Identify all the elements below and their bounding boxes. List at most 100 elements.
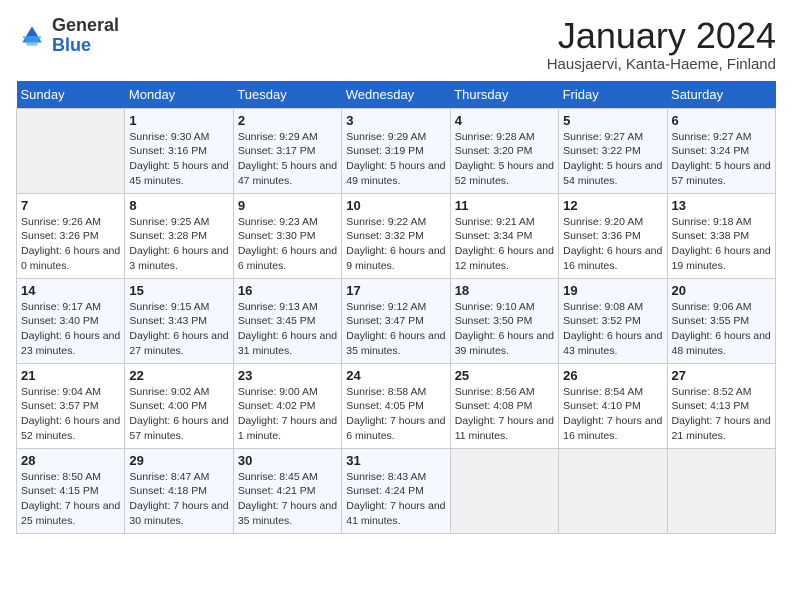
cell-info: Sunrise: 9:12 AMSunset: 3:47 PMDaylight:… bbox=[346, 300, 445, 359]
day-number: 30 bbox=[238, 453, 337, 468]
calendar-cell: 15 Sunrise: 9:15 AMSunset: 3:43 PMDayligh… bbox=[125, 278, 233, 363]
cell-info: Sunrise: 9:18 AMSunset: 3:38 PMDaylight:… bbox=[672, 215, 771, 274]
calendar-cell: 19 Sunrise: 9:08 AMSunset: 3:52 PMDayligh… bbox=[559, 278, 667, 363]
weekday-header-sunday: Sunday bbox=[17, 81, 125, 109]
day-number: 15 bbox=[129, 283, 228, 298]
cell-info: Sunrise: 8:58 AMSunset: 4:05 PMDaylight:… bbox=[346, 385, 445, 444]
day-number: 23 bbox=[238, 368, 337, 383]
day-number: 9 bbox=[238, 198, 337, 213]
day-number: 6 bbox=[672, 113, 771, 128]
calendar-cell: 3Sunrise: 9:29 AMSunset: 3:19 PMDaylight… bbox=[342, 108, 450, 193]
calendar-cell: 2Sunrise: 9:29 AMSunset: 3:17 PMDaylight… bbox=[233, 108, 341, 193]
month-title: January 2024 bbox=[547, 16, 776, 56]
day-number: 1 bbox=[129, 113, 228, 128]
calendar-cell: 5 Sunrise: 9:27 AMSunset: 3:22 PMDaylight… bbox=[559, 108, 667, 193]
day-number: 22 bbox=[129, 368, 228, 383]
cell-info: Sunrise: 9:21 AMSunset: 3:34 PMDaylight:… bbox=[455, 215, 554, 274]
cell-info: Sunrise: 9:10 AMSunset: 3:50 PMDaylight:… bbox=[455, 300, 554, 359]
calendar-cell: 8 Sunrise: 9:25 AMSunset: 3:28 PMDaylight… bbox=[125, 193, 233, 278]
day-number: 18 bbox=[455, 283, 554, 298]
calendar-cell: 10 Sunrise: 9:22 AMSunset: 3:32 PMDayligh… bbox=[342, 193, 450, 278]
calendar-cell: 27Sunrise: 8:52 AMSunset: 4:13 PMDayligh… bbox=[667, 363, 775, 448]
day-number: 19 bbox=[563, 283, 662, 298]
cell-info: Sunrise: 9:06 AMSunset: 3:55 PMDaylight:… bbox=[672, 300, 771, 359]
logo-text: GeneralBlue bbox=[52, 16, 119, 56]
calendar-cell: 20Sunrise: 9:06 AMSunset: 3:55 PMDayligh… bbox=[667, 278, 775, 363]
calendar-cell: 24 Sunrise: 8:58 AMSunset: 4:05 PMDayligh… bbox=[342, 363, 450, 448]
cell-info: Sunrise: 8:47 AMSunset: 4:18 PMDaylight:… bbox=[129, 470, 228, 529]
cell-info: Sunrise: 8:45 AMSunset: 4:21 PMDaylight:… bbox=[238, 470, 337, 529]
day-number: 10 bbox=[346, 198, 445, 213]
calendar-body: 1 Sunrise: 9:30 AMSunset: 3:16 PMDaylight… bbox=[17, 108, 776, 533]
cell-info: Sunrise: 9:04 AMSunset: 3:57 PMDaylight:… bbox=[21, 385, 120, 444]
calendar-cell: 14 Sunrise: 9:17 AMSunset: 3:40 PMDayligh… bbox=[17, 278, 125, 363]
calendar-cell: 11 Sunrise: 9:21 AMSunset: 3:34 PMDayligh… bbox=[450, 193, 558, 278]
day-number: 26 bbox=[563, 368, 662, 383]
calendar-cell: 13 Sunrise: 9:18 AMSunset: 3:38 PMDayligh… bbox=[667, 193, 775, 278]
day-number: 4 bbox=[455, 113, 554, 128]
cell-info: Sunrise: 9:22 AMSunset: 3:32 PMDaylight:… bbox=[346, 215, 445, 274]
calendar-cell: 23 Sunrise: 9:00 AMSunset: 4:02 PMDayligh… bbox=[233, 363, 341, 448]
cell-info: Sunrise: 9:27 AMSunset: 3:22 PMDaylight:… bbox=[563, 130, 662, 189]
cell-info: Sunrise: 9:17 AMSunset: 3:40 PMDaylight:… bbox=[21, 300, 120, 359]
calendar-cell bbox=[17, 108, 125, 193]
cell-info: Sunrise: 9:28 AMSunset: 3:20 PMDaylight:… bbox=[455, 130, 554, 189]
calendar-week-4: 21 Sunrise: 9:04 AMSunset: 3:57 PMDayligh… bbox=[17, 363, 776, 448]
day-number: 14 bbox=[21, 283, 120, 298]
calendar-cell: 1 Sunrise: 9:30 AMSunset: 3:16 PMDaylight… bbox=[125, 108, 233, 193]
logo-blue-text: Blue bbox=[52, 35, 91, 55]
calendar-cell bbox=[450, 448, 558, 533]
cell-info: Sunrise: 9:02 AMSunset: 4:00 PMDaylight:… bbox=[129, 385, 228, 444]
weekday-header-tuesday: Tuesday bbox=[233, 81, 341, 109]
calendar-cell: 17 Sunrise: 9:12 AMSunset: 3:47 PMDayligh… bbox=[342, 278, 450, 363]
calendar-cell: 26 Sunrise: 8:54 AMSunset: 4:10 PMDayligh… bbox=[559, 363, 667, 448]
day-number: 11 bbox=[455, 198, 554, 213]
cell-info: Sunrise: 9:08 AMSunset: 3:52 PMDaylight:… bbox=[563, 300, 662, 359]
day-number: 13 bbox=[672, 198, 771, 213]
calendar-cell: 29Sunrise: 8:47 AMSunset: 4:18 PMDayligh… bbox=[125, 448, 233, 533]
weekday-header-monday: Monday bbox=[125, 81, 233, 109]
day-number: 24 bbox=[346, 368, 445, 383]
calendar-header: SundayMondayTuesdayWednesdayThursdayFrid… bbox=[17, 81, 776, 109]
cell-info: Sunrise: 8:54 AMSunset: 4:10 PMDaylight:… bbox=[563, 385, 662, 444]
cell-info: Sunrise: 8:56 AMSunset: 4:08 PMDaylight:… bbox=[455, 385, 554, 444]
cell-info: Sunrise: 8:43 AMSunset: 4:24 PMDaylight:… bbox=[346, 470, 445, 529]
cell-info: Sunrise: 9:25 AMSunset: 3:28 PMDaylight:… bbox=[129, 215, 228, 274]
calendar-cell: 31Sunrise: 8:43 AMSunset: 4:24 PMDayligh… bbox=[342, 448, 450, 533]
weekday-header-wednesday: Wednesday bbox=[342, 81, 450, 109]
calendar-cell: 21 Sunrise: 9:04 AMSunset: 3:57 PMDayligh… bbox=[17, 363, 125, 448]
calendar-cell: 16Sunrise: 9:13 AMSunset: 3:45 PMDayligh… bbox=[233, 278, 341, 363]
weekday-header-friday: Friday bbox=[559, 81, 667, 109]
calendar-cell: 6Sunrise: 9:27 AMSunset: 3:24 PMDaylight… bbox=[667, 108, 775, 193]
day-number: 7 bbox=[21, 198, 120, 213]
calendar-cell: 22 Sunrise: 9:02 AMSunset: 4:00 PMDayligh… bbox=[125, 363, 233, 448]
day-number: 12 bbox=[563, 198, 662, 213]
calendar-cell: 12 Sunrise: 9:20 AMSunset: 3:36 PMDayligh… bbox=[559, 193, 667, 278]
logo-general-text: General bbox=[52, 15, 119, 35]
logo-icon bbox=[16, 20, 48, 52]
day-number: 27 bbox=[672, 368, 771, 383]
calendar-cell: 25Sunrise: 8:56 AMSunset: 4:08 PMDayligh… bbox=[450, 363, 558, 448]
cell-info: Sunrise: 9:23 AMSunset: 3:30 PMDaylight:… bbox=[238, 215, 337, 274]
calendar-cell: 18 Sunrise: 9:10 AMSunset: 3:50 PMDayligh… bbox=[450, 278, 558, 363]
weekday-header-row: SundayMondayTuesdayWednesdayThursdayFrid… bbox=[17, 81, 776, 109]
title-block: January 2024 Hausjaervi, Kanta-Haeme, Fi… bbox=[547, 16, 776, 73]
weekday-header-thursday: Thursday bbox=[450, 81, 558, 109]
cell-info: Sunrise: 9:30 AMSunset: 3:16 PMDaylight:… bbox=[129, 130, 228, 189]
day-number: 8 bbox=[129, 198, 228, 213]
day-number: 3 bbox=[346, 113, 445, 128]
day-number: 5 bbox=[563, 113, 662, 128]
cell-info: Sunrise: 9:20 AMSunset: 3:36 PMDaylight:… bbox=[563, 215, 662, 274]
cell-info: Sunrise: 9:29 AMSunset: 3:17 PMDaylight:… bbox=[238, 130, 337, 189]
cell-info: Sunrise: 9:00 AMSunset: 4:02 PMDaylight:… bbox=[238, 385, 337, 444]
weekday-header-saturday: Saturday bbox=[667, 81, 775, 109]
cell-info: Sunrise: 9:15 AMSunset: 3:43 PMDaylight:… bbox=[129, 300, 228, 359]
day-number: 21 bbox=[21, 368, 120, 383]
day-number: 28 bbox=[21, 453, 120, 468]
calendar-week-2: 7Sunrise: 9:26 AMSunset: 3:26 PMDaylight… bbox=[17, 193, 776, 278]
day-number: 17 bbox=[346, 283, 445, 298]
calendar-table: SundayMondayTuesdayWednesdayThursdayFrid… bbox=[16, 81, 776, 534]
calendar-week-3: 14 Sunrise: 9:17 AMSunset: 3:40 PMDayligh… bbox=[17, 278, 776, 363]
calendar-cell: 7Sunrise: 9:26 AMSunset: 3:26 PMDaylight… bbox=[17, 193, 125, 278]
day-number: 16 bbox=[238, 283, 337, 298]
